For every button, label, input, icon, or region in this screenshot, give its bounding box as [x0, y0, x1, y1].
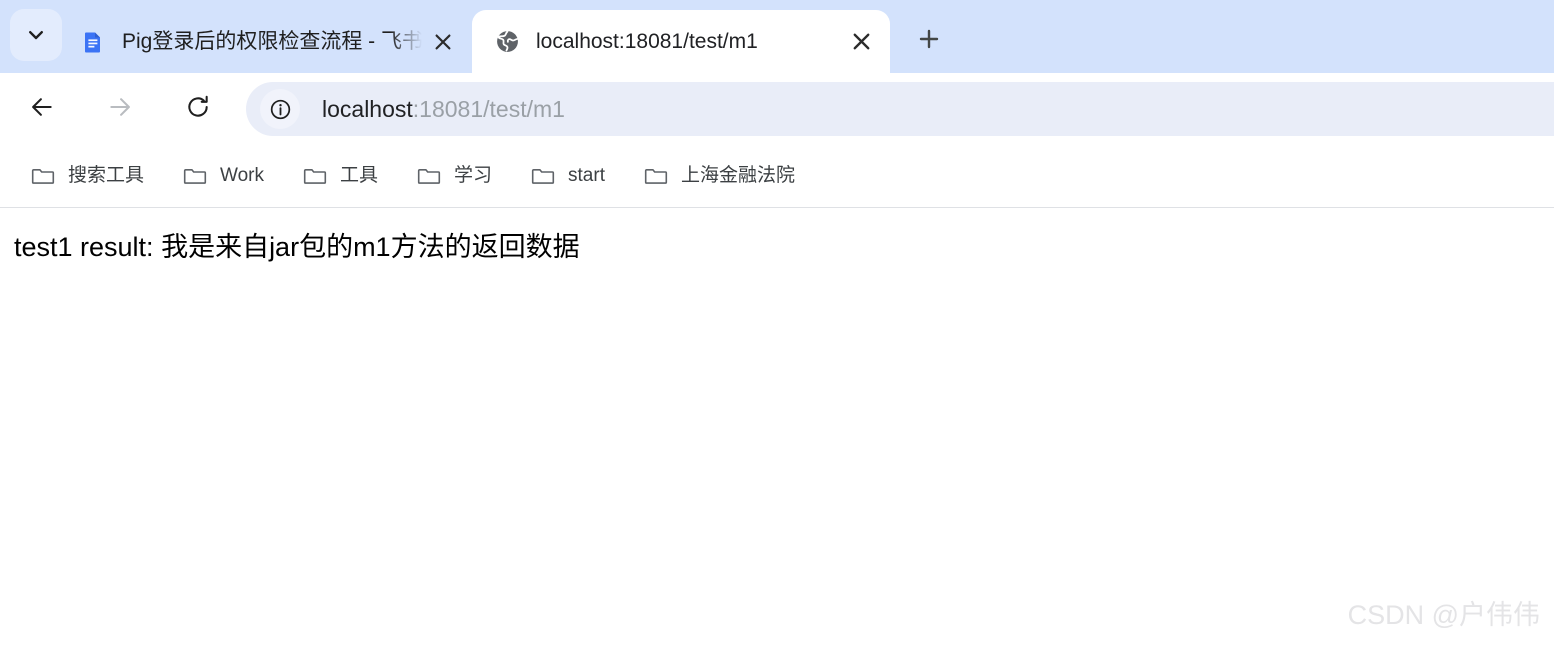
- tab-0[interactable]: Pig登录后的权限检查流程 - 飞书: [62, 10, 472, 73]
- plus-icon: [918, 28, 940, 55]
- tab-search-button[interactable]: [10, 9, 62, 61]
- folder-icon: [530, 163, 556, 189]
- page-body-text: test1 result: 我是来自jar包的m1方法的返回数据: [14, 232, 580, 262]
- close-icon[interactable]: [844, 25, 878, 59]
- bookmark-label: 上海金融法院: [680, 165, 795, 186]
- bookmark-item[interactable]: 搜索工具: [22, 156, 152, 196]
- address-bar-url: localhost:18081/test/m1: [322, 94, 565, 124]
- url-host: localhost: [322, 96, 413, 122]
- bookmark-label: 学习: [454, 165, 493, 186]
- browser-toolbar: localhost:18081/test/m1: [0, 73, 1554, 145]
- folder-icon: [182, 163, 208, 189]
- folder-icon: [416, 163, 442, 189]
- bookmark-label: Work: [220, 165, 264, 186]
- globe-icon: [494, 29, 520, 55]
- forward-button[interactable]: [96, 85, 144, 133]
- bookmark-label: 搜索工具: [68, 165, 145, 186]
- address-bar[interactable]: localhost:18081/test/m1: [246, 82, 1554, 136]
- bookmark-label: 工具: [340, 165, 379, 186]
- chevron-down-icon: [26, 25, 46, 45]
- close-icon[interactable]: [426, 25, 460, 59]
- arrow-right-icon: [107, 94, 133, 125]
- url-path: :18081/test/m1: [412, 96, 565, 122]
- bookmark-item[interactable]: 工具: [294, 156, 386, 196]
- bookmarks-bar: 搜索工具 Work 工具 学习 start 上海金融法院: [0, 145, 1554, 208]
- bookmark-item[interactable]: start: [522, 156, 613, 196]
- bookmark-item[interactable]: 上海金融法院: [635, 156, 803, 196]
- new-tab-button[interactable]: [906, 18, 952, 64]
- bookmark-label: start: [568, 165, 605, 186]
- browser-window: Pig登录后的权限检查流程 - 飞书 localhost:18081/test/…: [0, 0, 1554, 646]
- bookmark-item[interactable]: 学习: [408, 156, 500, 196]
- folder-icon: [302, 163, 328, 189]
- tab-title: localhost:18081/test/m1: [536, 29, 758, 53]
- reload-icon: [185, 94, 211, 125]
- back-button[interactable]: [18, 85, 66, 133]
- tab-strip: Pig登录后的权限检查流程 - 飞书 localhost:18081/test/…: [0, 0, 1554, 73]
- document-icon: [80, 29, 106, 55]
- tab-title: Pig登录后的权限检查流程 - 飞书: [122, 29, 424, 53]
- reload-button[interactable]: [174, 85, 222, 133]
- csdn-watermark: CSDN @户伟伟: [1347, 600, 1540, 630]
- tab-1[interactable]: localhost:18081/test/m1: [472, 10, 890, 73]
- page-content: test1 result: 我是来自jar包的m1方法的返回数据 CSDN @户…: [0, 208, 1554, 646]
- arrow-left-icon: [29, 94, 55, 125]
- folder-icon: [30, 163, 56, 189]
- folder-icon: [643, 163, 669, 189]
- info-circle-icon[interactable]: [260, 89, 300, 129]
- bookmark-item[interactable]: Work: [174, 156, 272, 196]
